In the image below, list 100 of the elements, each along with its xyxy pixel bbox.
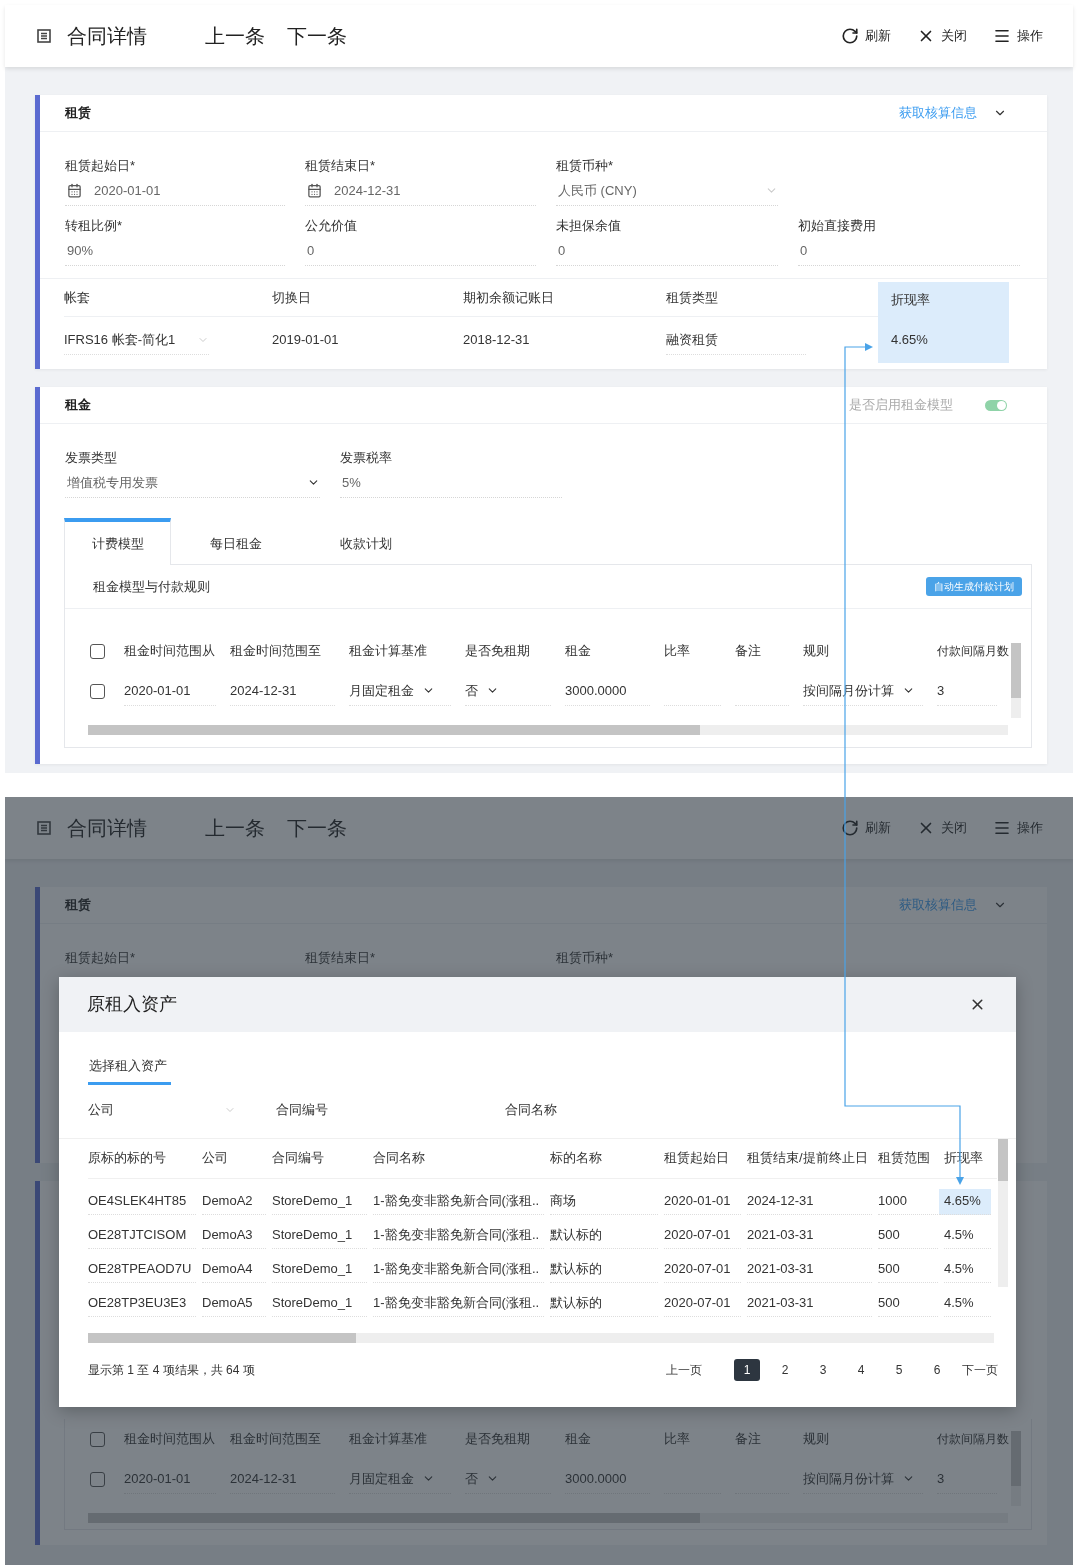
table-cell-text: 2018-12-31 [463,331,530,350]
input-field[interactable]: 增值税专用发票 [65,468,320,498]
input-field[interactable]: 0 [305,236,536,266]
vertical-scrollbar[interactable] [1011,1431,1021,1506]
table-cell: 2021-03-31 [747,1222,872,1249]
filter-field[interactable]: 合同编号 [276,1096,505,1123]
page-button[interactable]: 1 [734,1358,760,1381]
input-field[interactable]: 2020-01-01 [65,176,285,206]
toolbar-button[interactable]: 关闭 [917,26,967,46]
select-field[interactable]: IFRS16 帐套-简化1 [64,325,209,355]
input-field[interactable]: 人民币 (CNY) [556,176,778,206]
column-header: 租金时间范围从 [124,1430,216,1449]
table-cell: 500 [878,1256,938,1283]
select-field[interactable]: 否 [465,676,551,706]
toolbar-button[interactable]: 关闭 [917,818,967,838]
select-field[interactable]: 否 [465,1464,551,1494]
horizontal-scrollbar[interactable] [88,1513,1008,1523]
column-header: 切换日 [272,288,311,307]
column-header: 期初余额记账日 [463,288,554,307]
column-header: 租金时间范围至 [230,642,322,661]
table-cell: OE28TJTCISOM [88,1222,196,1249]
checkbox[interactable] [90,1471,105,1487]
input-field[interactable]: 2024-12-31 [305,176,536,206]
table-cell: 2020-07-01 [664,1290,741,1317]
tab[interactable]: 收款计划 [301,518,431,565]
filter-field[interactable]: 合同名称 [505,1096,755,1123]
nav-link[interactable]: 上一条 [205,813,265,843]
select-field[interactable]: 月固定租金 [349,1464,451,1494]
page-button[interactable]: 2 [772,1358,798,1381]
tab[interactable]: 计费模型 [64,518,171,565]
checkbox[interactable] [90,683,105,699]
filter-field[interactable]: 公司 [88,1096,276,1123]
table-cell: OE28TPEAOD7U [88,1256,196,1283]
column-header: 折现率 [891,290,930,309]
column-header: 租赁起始日 [664,1149,730,1168]
next-page-button[interactable]: 下一页 [962,1360,998,1379]
tab[interactable]: 每日租金 [171,518,301,565]
toolbar-button[interactable]: 操作 [993,818,1043,838]
column-header: 合同名称 [373,1149,426,1168]
toggle-switch[interactable] [985,399,1007,411]
column-header: 备注 [735,1430,762,1449]
select-field[interactable]: 按间隔月份计算 [803,1464,923,1494]
page-button[interactable]: 6 [924,1358,950,1381]
table-cell: 2024-12-31 [230,676,335,706]
input-field[interactable]: 0 [556,236,778,266]
field-label: 租赁结束日* [305,949,377,967]
table-cell: 3 [937,676,997,706]
input-field[interactable]: 90% [65,236,285,266]
field-label: 转租比例* [65,217,124,235]
table-cell: OE4SLEK4HT85 [88,1188,196,1215]
table-cell: 3000.0000 [565,1464,650,1494]
table-cell: DemoA5 [202,1290,266,1317]
previous-page-button[interactable]: 上一页 [666,1360,702,1379]
field-label: 租赁币种* [556,157,615,175]
document-icon [37,821,51,835]
select-field[interactable]: 月固定租金 [349,676,451,706]
column-header: 租金时间范围至 [230,1430,322,1449]
section-title: 租赁 [65,104,91,123]
checkbox[interactable] [90,1431,105,1447]
vertical-scrollbar[interactable] [998,1138,1008,1287]
table-cell: 2020-01-01 [124,676,216,706]
toolbar-button[interactable]: 刷新 [841,818,891,838]
page-button[interactable]: 5 [886,1358,912,1381]
table-cell: StoreDemo_1 [272,1188,367,1215]
tab[interactable]: 选择租入资产 [88,1056,171,1085]
panel-title: 租金模型与付款规则 [93,577,210,596]
table-cell: 默认标的 [550,1290,658,1317]
page-title: 合同详情 [67,24,147,49]
table-cell: 1-豁免变非豁免新合同(涨租.. [373,1256,544,1283]
field-label: 发票税率 [340,449,393,467]
checkbox[interactable] [90,643,105,659]
table-cell: 4.5% [944,1290,991,1317]
table-cell: 4.5% [944,1222,991,1249]
column-header: 规则 [803,642,830,661]
toolbar-button[interactable]: 刷新 [841,26,891,46]
table-cell: 4.65% [939,1188,991,1215]
table-cell-text: 4.65% [891,331,928,350]
field-label: 发票类型 [65,449,118,467]
table-cell: StoreDemo_1 [272,1222,367,1249]
horizontal-scrollbar[interactable] [88,1332,994,1343]
calendar-icon [307,183,322,198]
nav-link[interactable]: 上一条 [205,21,265,51]
input-field[interactable]: 5% [340,468,562,498]
page-button[interactable]: 4 [848,1358,874,1381]
menu-icon [993,819,1011,837]
calendar-icon [67,183,82,198]
table-cell-text: 2019-01-01 [272,331,339,350]
nav-link[interactable]: 下一条 [287,21,347,51]
vertical-scrollbar[interactable] [1011,643,1021,718]
select-field[interactable]: 按间隔月份计算 [803,676,923,706]
page-button[interactable]: 3 [810,1358,836,1381]
column-header: 规则 [803,1430,830,1449]
table-cell: 2020-01-01 [124,1464,216,1494]
toolbar-button[interactable]: 操作 [993,26,1043,46]
nav-link[interactable]: 下一条 [287,813,347,843]
input-field[interactable]: 0 [798,236,1020,266]
field-label: 租赁结束日* [305,157,377,175]
column-header: 原标的标的号 [88,1149,167,1168]
table-cell: StoreDemo_1 [272,1256,367,1283]
horizontal-scrollbar[interactable] [88,725,1008,735]
